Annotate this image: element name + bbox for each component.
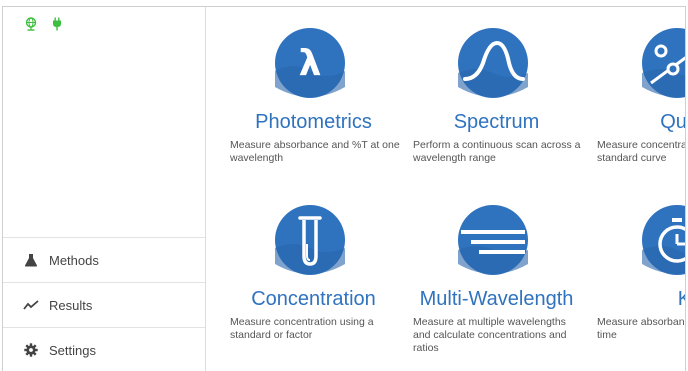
app-window: Methods Results Settings λ Photometrics … <box>2 6 686 371</box>
globe-icon <box>25 17 37 31</box>
tile-description: Perform a continuous scan across a wavel… <box>413 139 581 164</box>
sidebar-item-label: Settings <box>49 342 96 358</box>
stopwatch-icon <box>642 205 685 275</box>
tile-photometrics[interactable]: λ Photometrics Measure absorbance and %T… <box>226 27 401 177</box>
tile-spectrum[interactable]: Spectrum Perform a continuous scan acros… <box>409 27 584 177</box>
gear-icon <box>23 342 39 358</box>
sidebar-item-methods[interactable]: Methods <box>3 237 205 282</box>
tile-description: Measure at multiple wavelengths and calc… <box>413 316 567 354</box>
flask-icon <box>23 252 39 268</box>
sidebar-item-settings[interactable]: Settings <box>3 327 205 371</box>
tile-title: Kinet <box>613 288 685 311</box>
tile-title: Multi-Wavelength <box>419 288 574 310</box>
spectrum-curve-icon <box>458 28 528 98</box>
test-tube-icon <box>275 205 345 275</box>
tile-title: Photometrics <box>255 111 372 133</box>
tile-concentration[interactable]: Concentration Measure concentration usin… <box>226 204 401 364</box>
svg-text:λ: λ <box>299 43 322 84</box>
tile-multi-wavelength[interactable]: Multi-Wavelength Measure at multiple wav… <box>409 204 584 364</box>
tile-quantitation[interactable]: Quantit Measure concentrat standard curv… <box>593 27 685 177</box>
trend-line-icon <box>23 297 39 313</box>
method-tiles-panel: λ Photometrics Measure absorbance and %T… <box>206 7 685 371</box>
sidebar: Methods Results Settings <box>3 7 206 371</box>
tile-description: Measure absorbance and %T at one wavelen… <box>230 139 400 164</box>
lambda-icon: λ <box>275 28 345 98</box>
tile-title: Spectrum <box>453 111 540 133</box>
tile-kinetics[interactable]: Kinet Measure absorband time <box>593 204 685 364</box>
tile-description: Measure absorband time <box>597 316 685 341</box>
multi-lines-icon <box>458 205 528 275</box>
tile-title: Concentration <box>251 288 376 310</box>
status-icons <box>25 17 63 31</box>
sidebar-item-label: Results <box>49 297 93 313</box>
plug-icon <box>51 17 63 31</box>
tile-description: Measure concentrat standard curve <box>597 139 685 164</box>
sidebar-item-label: Methods <box>49 252 99 268</box>
tile-title: Quantit <box>660 111 685 133</box>
tile-description: Measure concentration using a standard o… <box>230 316 374 341</box>
sidebar-nav: Methods Results Settings <box>3 237 205 371</box>
quantitation-icon <box>642 28 685 98</box>
sidebar-item-results[interactable]: Results <box>3 282 205 327</box>
